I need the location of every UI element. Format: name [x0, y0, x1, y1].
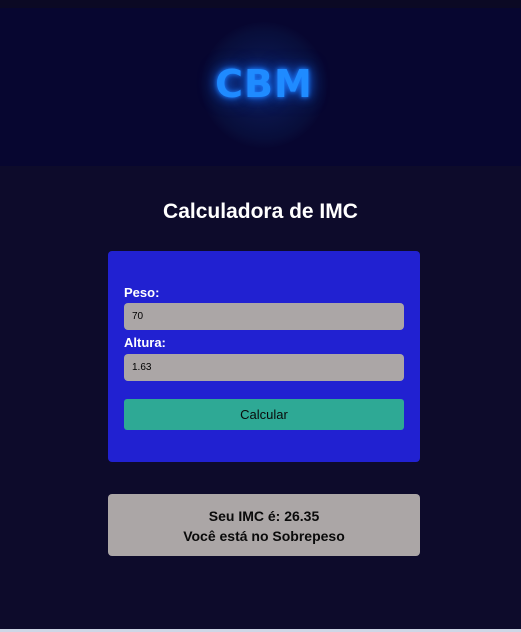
imc-result-text: Seu IMC é: 26.35 — [208, 508, 320, 524]
logo: CBM — [215, 62, 313, 106]
page-title: Calculadora de IMC — [163, 200, 358, 223]
peso-label: Peso: — [124, 285, 160, 300]
altura-label: Altura: — [124, 335, 166, 350]
result-card: Seu IMC é: 26.35 Você está no Sobrepeso — [108, 494, 420, 556]
imc-status-text: Você está no Sobrepeso — [183, 528, 345, 544]
calcular-button[interactable]: Calcular — [124, 399, 404, 430]
altura-input[interactable] — [124, 354, 404, 381]
imc-form: Peso: Altura: Calcular — [108, 251, 420, 462]
peso-input[interactable] — [124, 303, 404, 330]
top-strip — [0, 0, 521, 8]
